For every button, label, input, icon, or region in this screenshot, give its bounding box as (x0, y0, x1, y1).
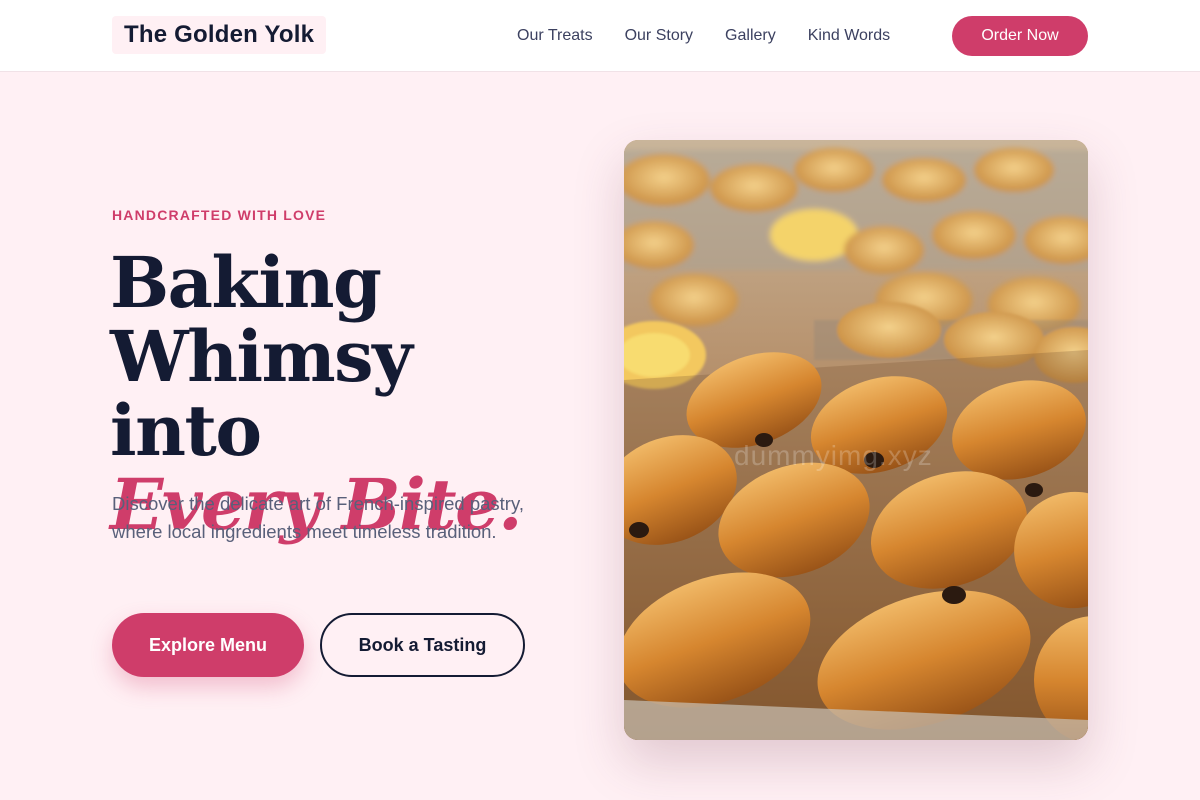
main-nav: Our Treats Our Story Gallery Kind Words (517, 0, 922, 72)
order-now-button[interactable]: Order Now (952, 16, 1088, 56)
nav-link-our-treats[interactable]: Our Treats (517, 27, 593, 45)
headline-line-2: Whimsy into (110, 315, 413, 472)
nav-link-kind-words[interactable]: Kind Words (808, 27, 890, 45)
brand-logo[interactable]: The Golden Yolk (112, 16, 327, 54)
hero-eyebrow: HANDCRAFTED WITH LOVE (112, 207, 327, 223)
image-watermark: dummyimg.xyz (734, 440, 933, 471)
site-header: The Golden Yolk Our Treats Our Story Gal… (0, 0, 1200, 72)
headline-line-1: Baking (110, 241, 382, 324)
book-tasting-button[interactable]: Book a Tasting (320, 613, 525, 677)
explore-menu-button[interactable]: Explore Menu (112, 613, 304, 677)
pastry-hero-image: dummyimg.xyz (624, 140, 1088, 740)
nav-link-our-story[interactable]: Our Story (625, 27, 693, 45)
nav-link-gallery[interactable]: Gallery (725, 27, 776, 45)
hero-lead-text: Discover the delicate art of French-insp… (112, 493, 524, 542)
